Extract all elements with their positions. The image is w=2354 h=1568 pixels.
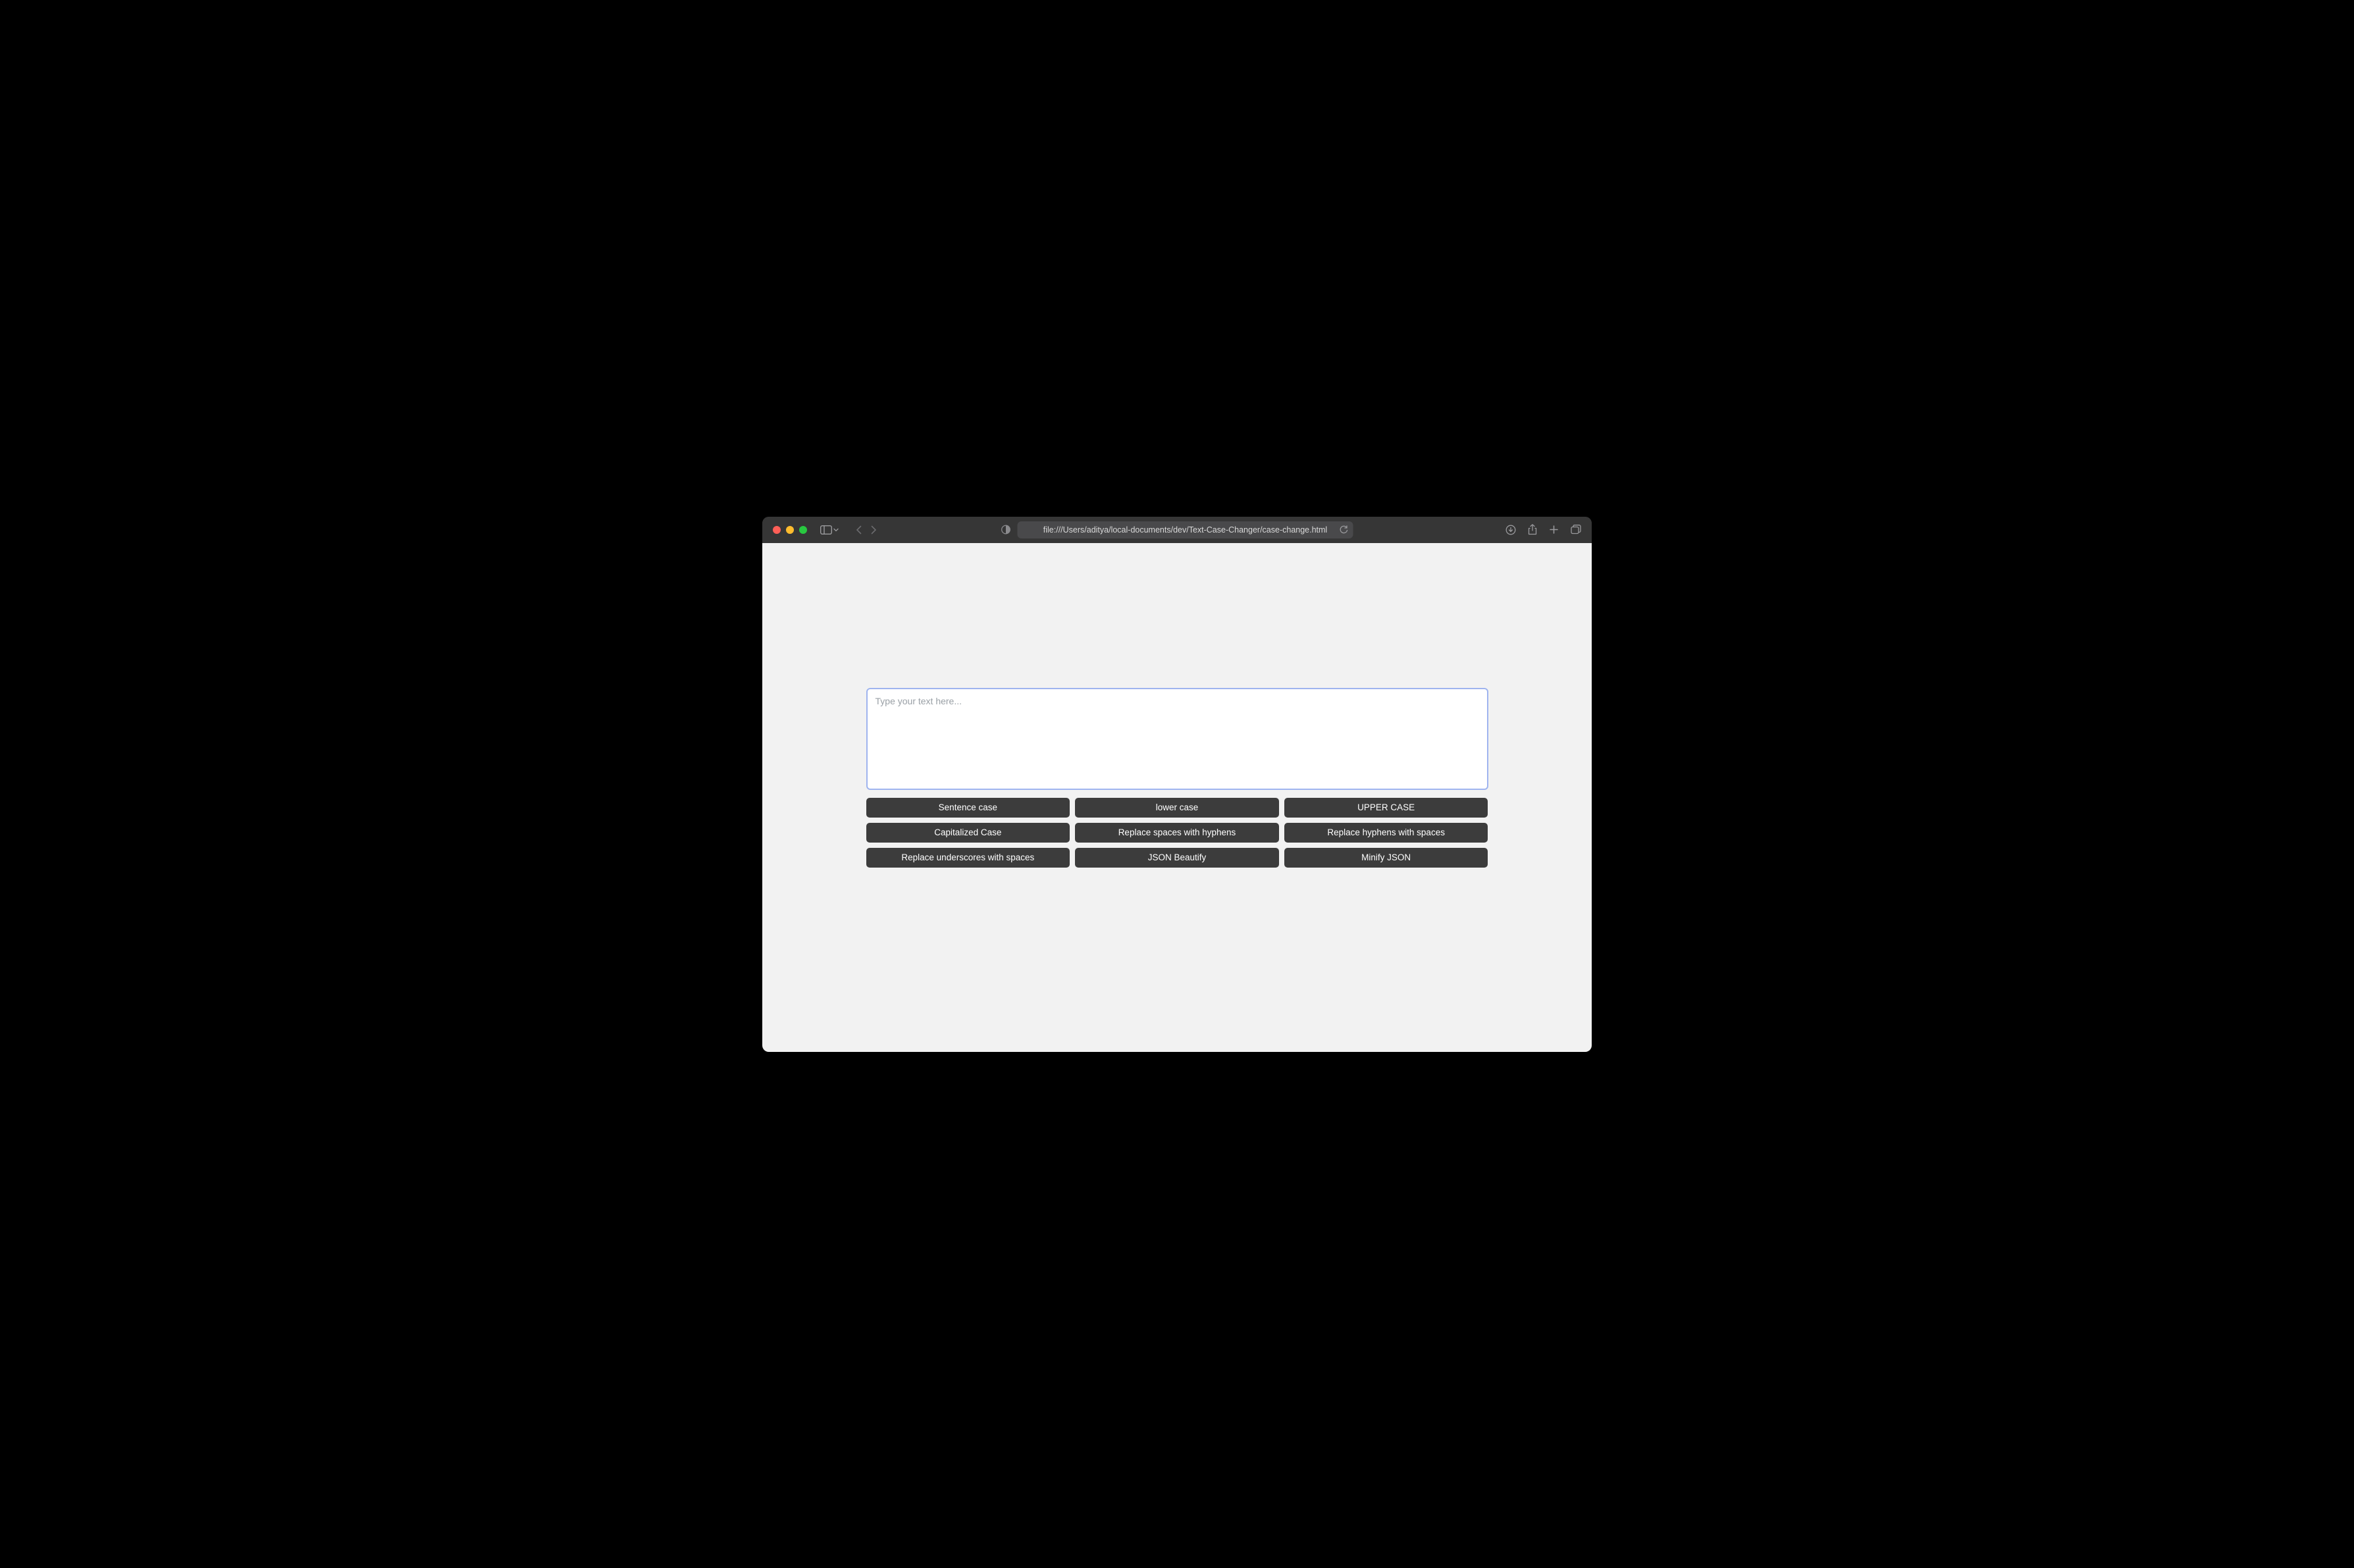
sidebar-toggle-button[interactable] xyxy=(820,525,839,535)
titlebar: file:///Users/aditya/local-documents/dev… xyxy=(762,517,1592,543)
browser-window: file:///Users/aditya/local-documents/dev… xyxy=(762,517,1592,1052)
toolbar-center: file:///Users/aditya/local-documents/dev… xyxy=(1001,521,1353,538)
minify-json-button[interactable]: Minify JSON xyxy=(1284,848,1488,868)
button-grid: Sentence case lower case UPPER CASE Capi… xyxy=(866,798,1488,868)
replace-underscores-spaces-button[interactable]: Replace underscores with spaces xyxy=(866,848,1070,868)
minimize-window-button[interactable] xyxy=(786,526,794,534)
new-tab-icon[interactable] xyxy=(1549,525,1559,535)
share-icon[interactable] xyxy=(1528,524,1537,535)
toolbar-left xyxy=(820,525,877,535)
tabs-overview-icon[interactable] xyxy=(1571,525,1581,535)
maximize-window-button[interactable] xyxy=(799,526,807,534)
sentence-case-button[interactable]: Sentence case xyxy=(866,798,1070,818)
forward-button[interactable] xyxy=(871,525,877,535)
replace-spaces-hyphens-button[interactable]: Replace spaces with hyphens xyxy=(1075,823,1279,843)
window-controls xyxy=(773,526,807,534)
upper-case-button[interactable]: UPPER CASE xyxy=(1284,798,1488,818)
toolbar-right xyxy=(1505,524,1581,535)
shield-icon[interactable] xyxy=(1001,525,1011,535)
capitalized-case-button[interactable]: Capitalized Case xyxy=(866,823,1070,843)
app-container: Sentence case lower case UPPER CASE Capi… xyxy=(866,688,1488,868)
json-beautify-button[interactable]: JSON Beautify xyxy=(1075,848,1279,868)
downloads-icon[interactable] xyxy=(1505,525,1516,535)
close-window-button[interactable] xyxy=(773,526,781,534)
lower-case-button[interactable]: lower case xyxy=(1075,798,1279,818)
replace-hyphens-spaces-button[interactable]: Replace hyphens with spaces xyxy=(1284,823,1488,843)
address-url: file:///Users/aditya/local-documents/dev… xyxy=(1043,525,1327,535)
page-content: Sentence case lower case UPPER CASE Capi… xyxy=(762,543,1592,1052)
reload-icon[interactable] xyxy=(1340,525,1348,535)
chevron-down-icon xyxy=(833,528,839,532)
back-button[interactable] xyxy=(856,525,862,535)
nav-arrows xyxy=(856,525,877,535)
text-input[interactable] xyxy=(866,688,1488,790)
address-bar[interactable]: file:///Users/aditya/local-documents/dev… xyxy=(1018,521,1353,538)
